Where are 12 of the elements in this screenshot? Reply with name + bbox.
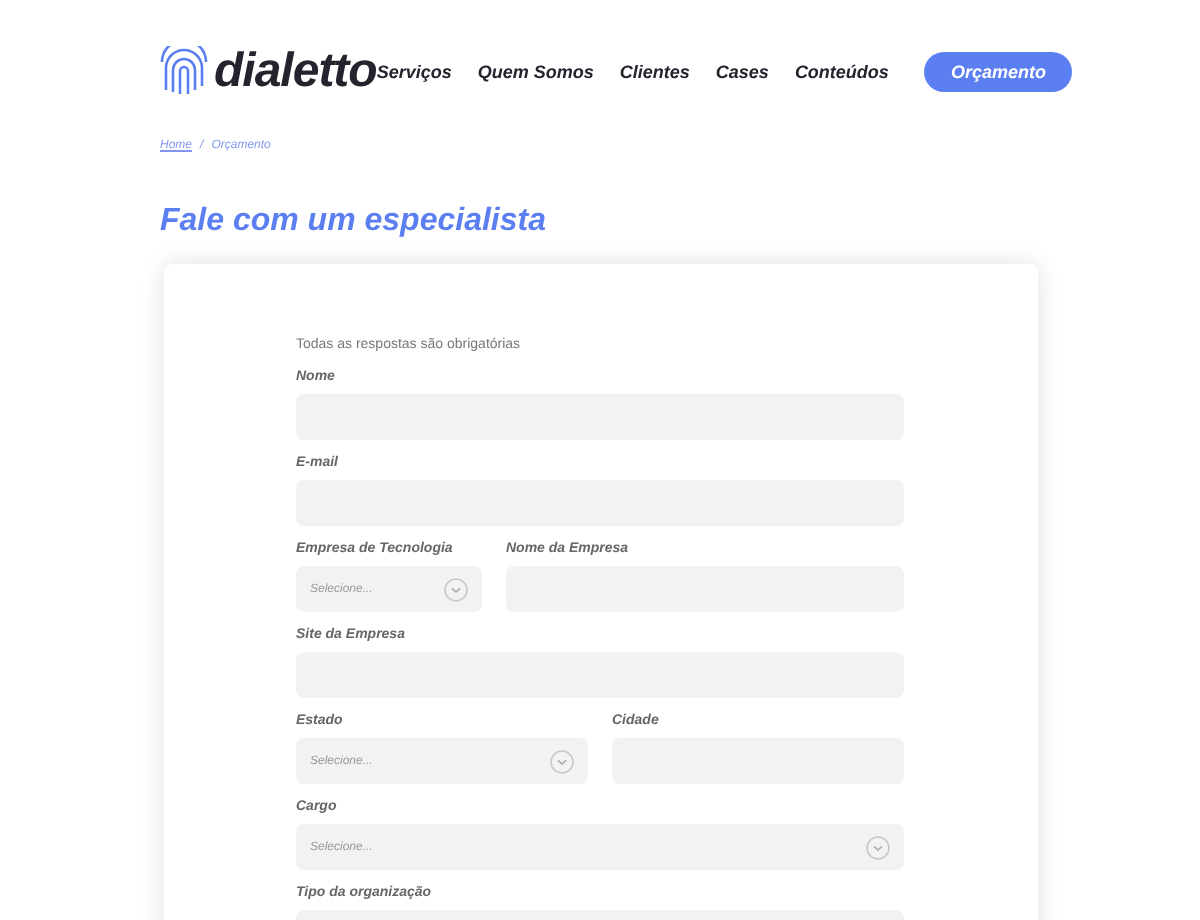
chevron-down-icon (550, 749, 574, 773)
nav-link[interactable]: Clientes (619, 62, 690, 82)
nav-link[interactable]: Cases (715, 62, 769, 82)
chevron-down-icon (866, 835, 890, 859)
fingerprint-icon (160, 46, 208, 98)
logo-text: dialetto (214, 44, 377, 100)
nav-link[interactable]: Conteúdos (794, 62, 889, 82)
nav-link[interactable]: Serviços (376, 62, 452, 82)
chevron-down-icon (444, 577, 468, 601)
page-title: Fale com um especialista (160, 204, 548, 240)
quote-button[interactable]: Orçamento (924, 52, 1072, 92)
nav-link[interactable]: Quem Somos (477, 62, 594, 82)
